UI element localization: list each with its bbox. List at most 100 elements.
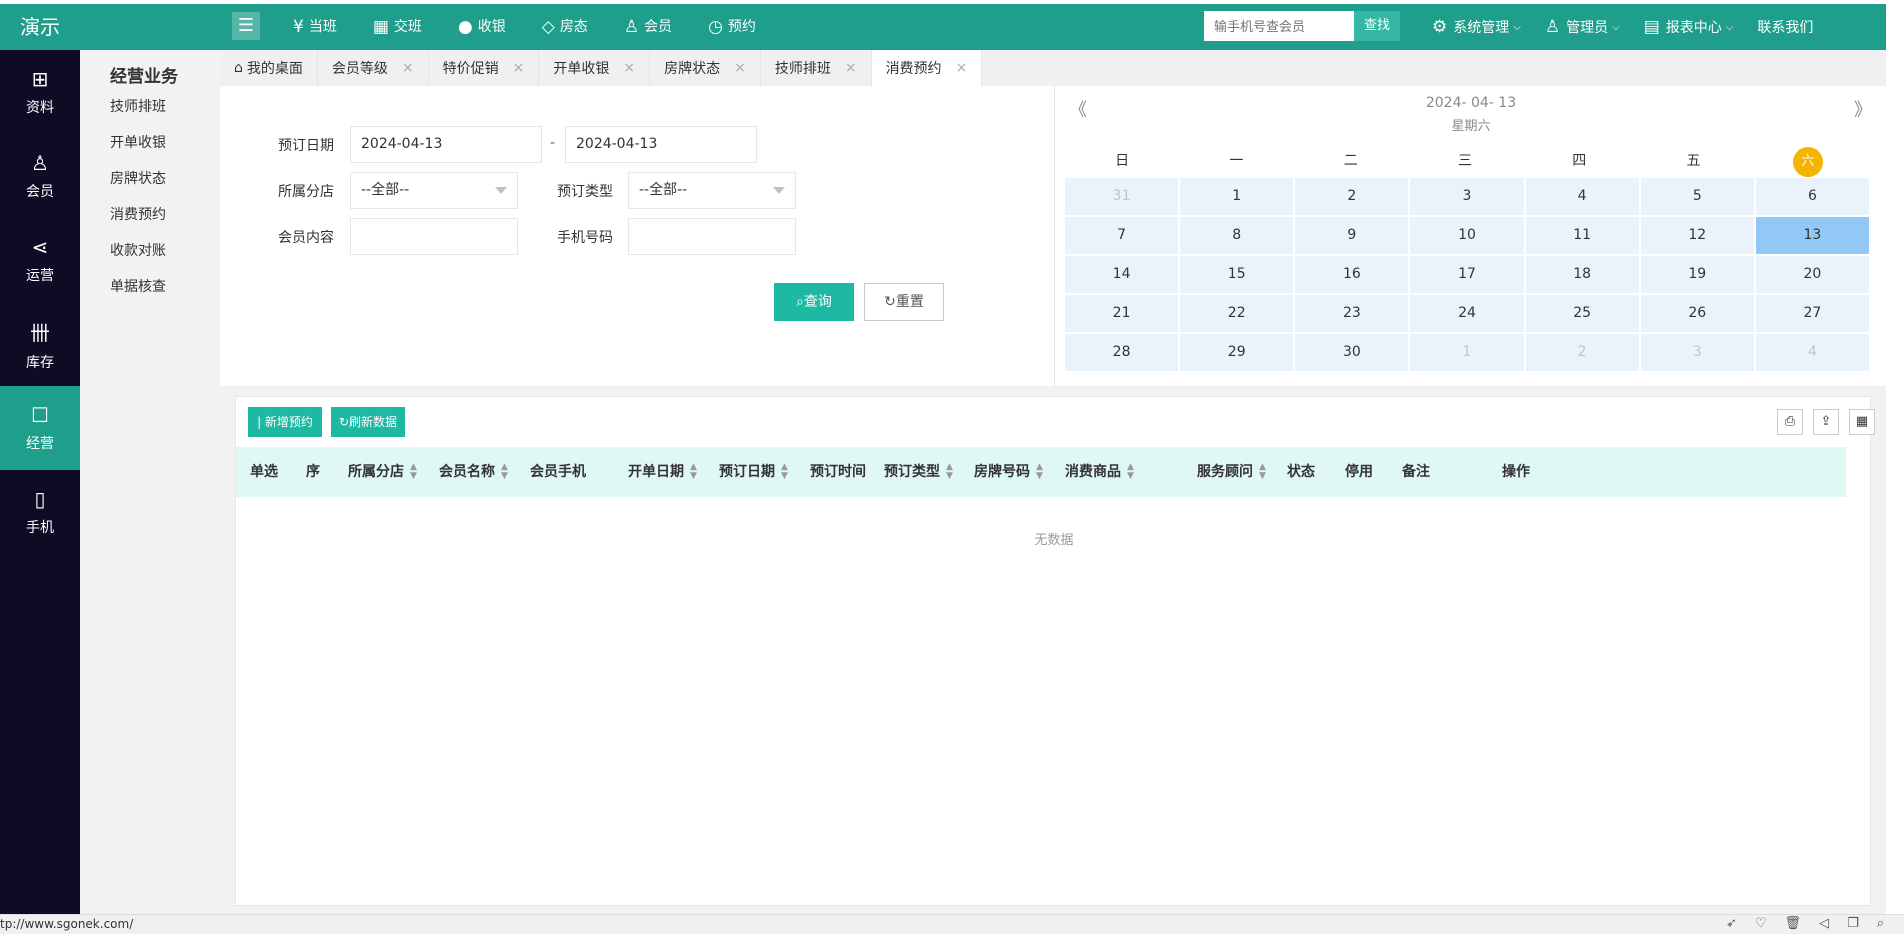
subnav-item-4[interactable]: 收款对账	[110, 240, 166, 260]
trash-icon[interactable]: 🗑	[1785, 916, 1802, 931]
table-column-header[interactable]: 所属分店 ▲ ▼	[348, 447, 417, 497]
close-icon[interactable]: ×	[623, 60, 635, 76]
reset-button[interactable]: ↻重置	[864, 283, 944, 321]
tab-5[interactable]: 技师排班 ×	[761, 50, 872, 86]
calendar-day[interactable]: 31	[1065, 178, 1179, 215]
calendar-day[interactable]: 26	[1640, 295, 1754, 332]
close-icon[interactable]: ×	[956, 60, 968, 76]
calendar-day[interactable]: 17	[1410, 256, 1524, 293]
sort-icon[interactable]: ▲ ▼	[1259, 463, 1266, 481]
tab-3[interactable]: 开单收银 ×	[539, 50, 651, 86]
phone-input[interactable]	[628, 218, 796, 255]
calendar-day[interactable]: 25	[1525, 295, 1639, 332]
calendar-day[interactable]: 8	[1180, 217, 1294, 254]
tab-6[interactable]: 消费预约 ×	[871, 50, 983, 86]
calendar-day[interactable]: 3	[1410, 178, 1524, 215]
subnav-item-2[interactable]: 房牌状态	[110, 168, 166, 188]
close-icon[interactable]: ×	[402, 60, 414, 76]
rail-item-5[interactable]: ▯ 手机	[0, 470, 80, 554]
topright-item-3[interactable]: 联系我们	[1757, 4, 1813, 50]
close-icon[interactable]: ×	[513, 60, 525, 76]
topnav-item-2[interactable]: ● 收银	[458, 4, 506, 50]
tab-2[interactable]: 特价促销 ×	[429, 50, 540, 86]
topright-item-1[interactable]: ♙ 管理员 ⌵	[1545, 4, 1620, 50]
calendar-day[interactable]: 11	[1525, 217, 1639, 254]
calendar-day[interactable]: 1	[1410, 334, 1524, 371]
calendar-day[interactable]: 7	[1065, 217, 1179, 254]
topright-item-0[interactable]: ⚙ 系统管理 ⌵	[1432, 4, 1521, 50]
close-icon[interactable]: ×	[734, 60, 746, 76]
subnav-item-5[interactable]: 单据核查	[110, 276, 166, 296]
calendar-day[interactable]: 4	[1755, 334, 1869, 371]
table-column-header[interactable]: 预订类型 ▲ ▼	[884, 447, 953, 497]
sort-icon[interactable]: ▲ ▼	[946, 463, 953, 481]
calendar-day[interactable]: 24	[1410, 295, 1524, 332]
calendar-day[interactable]: 18	[1525, 256, 1639, 293]
sort-icon[interactable]: ▲ ▼	[501, 463, 508, 481]
sort-icon[interactable]: ▲ ▼	[410, 463, 417, 481]
calendar-day[interactable]: 5	[1640, 178, 1754, 215]
topnav-item-5[interactable]: ◷ 预约	[708, 4, 756, 50]
calendar-day[interactable]: 23	[1295, 295, 1409, 332]
member-search-input[interactable]	[1204, 11, 1354, 41]
calendar-day[interactable]: 10	[1410, 217, 1524, 254]
calendar-day[interactable]: 2	[1525, 334, 1639, 371]
calendar-day[interactable]: 28	[1065, 334, 1179, 371]
calendar-day[interactable]: 29	[1180, 334, 1294, 371]
sort-icon[interactable]: ▲ ▼	[1036, 463, 1043, 481]
close-icon[interactable]: ×	[845, 60, 857, 76]
sort-icon[interactable]: ▲ ▼	[1127, 463, 1134, 481]
calendar-day[interactable]: 14	[1065, 256, 1179, 293]
branch-select[interactable]: --全部--	[350, 172, 518, 209]
window-icon[interactable]: ❐	[1847, 916, 1859, 931]
calendar-day[interactable]: 12	[1640, 217, 1754, 254]
date-from-input[interactable]: 2024-04-13	[350, 126, 542, 163]
tab-0[interactable]: ⌂ 我的桌面	[220, 50, 318, 86]
calendar-day[interactable]: 1	[1180, 178, 1294, 215]
zoom-icon[interactable]: ⌕	[1877, 916, 1884, 931]
export-icon[interactable]: ⇪	[1813, 409, 1839, 435]
subnav-item-0[interactable]: 技师排班	[110, 96, 166, 116]
calendar-day[interactable]: 22	[1180, 295, 1294, 332]
speaker-icon[interactable]: ◁	[1819, 916, 1829, 931]
subnav-item-3[interactable]: 消费预约	[110, 204, 166, 224]
rail-item-2[interactable]: ⋖ 运营	[0, 218, 80, 302]
rocket-icon[interactable]: ➶	[1726, 916, 1737, 931]
calendar-day[interactable]: 30	[1295, 334, 1409, 371]
menu-toggle-button[interactable]: ☰	[232, 12, 260, 40]
calendar-day[interactable]: 2	[1295, 178, 1409, 215]
tab-4[interactable]: 房牌状态 ×	[650, 50, 761, 86]
calendar-day[interactable]: 21	[1065, 295, 1179, 332]
calendar-day[interactable]: 13	[1755, 217, 1869, 254]
calendar-day[interactable]: 15	[1180, 256, 1294, 293]
calendar-day[interactable]: 6	[1755, 178, 1869, 215]
topnav-item-4[interactable]: ♙ 会员	[624, 4, 672, 50]
rail-item-1[interactable]: ♙ 会员	[0, 134, 80, 218]
table-column-header[interactable]: 预订日期 ▲ ▼	[719, 447, 788, 497]
topnav-item-0[interactable]: ¥ 当班	[293, 4, 337, 50]
calendar-next-button[interactable]: 》	[1854, 96, 1872, 122]
rail-item-0[interactable]: ⊞ 资料	[0, 50, 80, 134]
rail-item-4[interactable]: ☐ 经营	[0, 386, 80, 470]
rail-item-3[interactable]: 卌库存	[0, 302, 80, 386]
calendar-day[interactable]: 4	[1525, 178, 1639, 215]
query-button[interactable]: ⌕查询	[774, 283, 854, 321]
table-column-header[interactable]: 服务顾问 ▲ ▼	[1197, 447, 1266, 497]
calendar-day[interactable]: 19	[1640, 256, 1754, 293]
calendar-day[interactable]: 27	[1755, 295, 1869, 332]
table-column-header[interactable]: 消费商品 ▲ ▼	[1065, 447, 1134, 497]
calendar-day[interactable]: 3	[1640, 334, 1754, 371]
subnav-item-1[interactable]: 开单收银	[110, 132, 166, 152]
table-column-header[interactable]: 房牌号码 ▲ ▼	[974, 447, 1043, 497]
add-reservation-button[interactable]: | 新增预约	[248, 407, 322, 437]
sort-icon[interactable]: ▲ ▼	[781, 463, 788, 481]
search-button[interactable]: 查找	[1354, 11, 1400, 41]
calendar-day[interactable]: 16	[1295, 256, 1409, 293]
heart-icon[interactable]: ♡	[1755, 916, 1767, 931]
tab-1[interactable]: 会员等级 ×	[318, 50, 429, 86]
table-column-header[interactable]: 会员名称 ▲ ▼	[439, 447, 508, 497]
topnav-item-1[interactable]: ▦ 交班	[373, 4, 422, 50]
columns-icon[interactable]: ▦	[1849, 409, 1875, 435]
date-to-input[interactable]: 2024-04-13	[565, 126, 757, 163]
refresh-data-button[interactable]: ↻刷新数据	[331, 407, 405, 437]
